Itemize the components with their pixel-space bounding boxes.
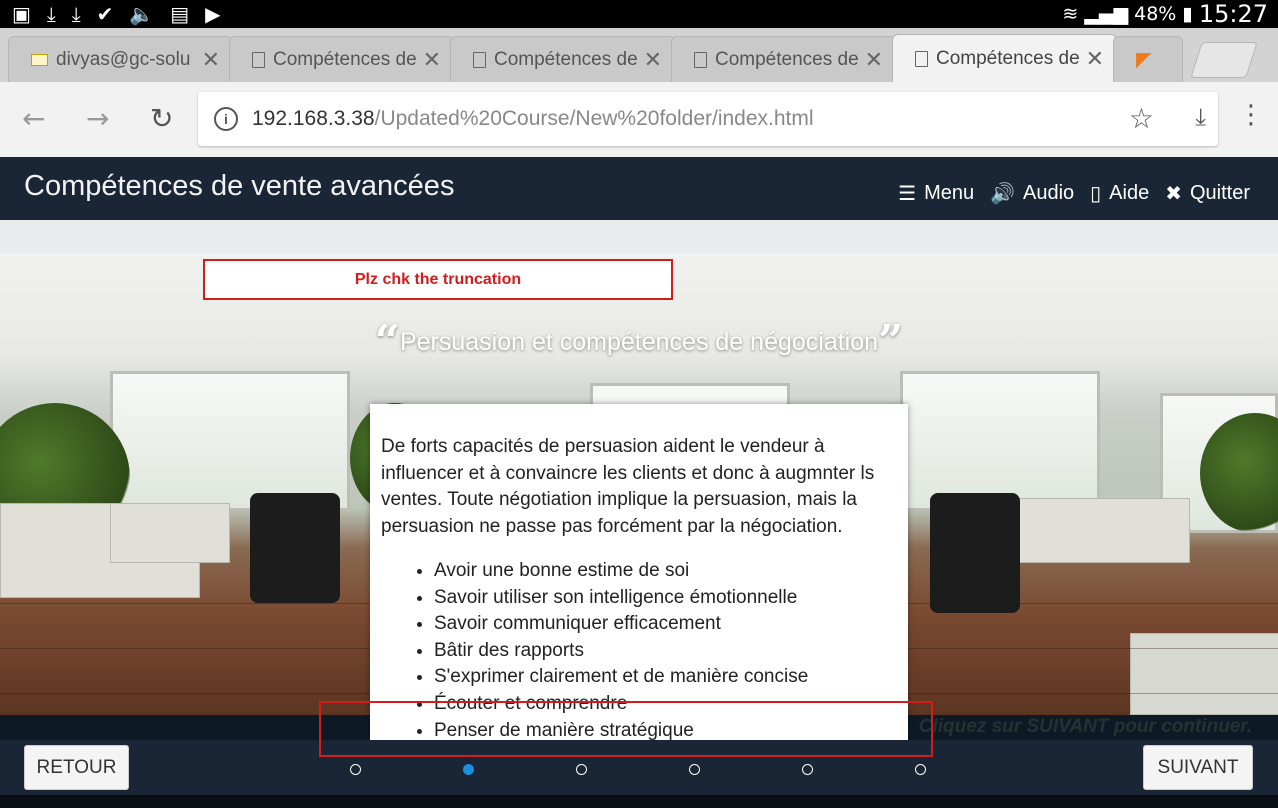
audio-label: Audio — [1023, 182, 1075, 204]
tab-mail[interactable]: divyas@gc-solu ✕ — [8, 36, 233, 82]
tab-other[interactable]: ◤ — [1113, 36, 1183, 82]
mail-icon — [31, 53, 48, 66]
tab-title: Compétences de — [715, 48, 859, 70]
quit-label: Quitter — [1189, 182, 1250, 204]
close-icon[interactable]: ✕ — [1086, 46, 1104, 72]
list-item: Avoir une bonne estime de soi — [434, 558, 896, 585]
office-chair — [250, 493, 340, 603]
audio-button[interactable]: 🔊 Audio — [990, 181, 1074, 206]
download-page-icon[interactable]: ⤓ — [1195, 104, 1206, 132]
window-pane — [900, 371, 1100, 511]
menu-button[interactable]: ☰ Menu — [898, 181, 974, 206]
status-bar: ▣ ⤓ ⤓ ✔ 🔈 ▤ ▶ ≋ ▂▄▆ 48% ▮ 15:27 — [0, 0, 1278, 28]
close-quote-icon: ” — [878, 316, 904, 367]
menu-label: Menu — [924, 182, 975, 204]
window-pane — [110, 371, 350, 511]
course-nav: ☰ Menu 🔊 Audio ▯ Aide ✖ Quitter — [898, 181, 1250, 206]
book-icon: ▯ — [1090, 183, 1102, 205]
url-host: 192.168.3.38 — [252, 107, 375, 130]
download-icon: ⤓ — [71, 2, 81, 26]
tab-course-1[interactable]: Compétences de ✕ — [229, 36, 454, 82]
close-icon[interactable]: ✕ — [865, 47, 883, 73]
page-dot[interactable] — [576, 764, 587, 775]
slide-heading: “Persuasion et compétences de négociatio… — [0, 320, 1278, 364]
list-item: Savoir utiliser son intelligence émotion… — [434, 585, 896, 612]
desk — [1130, 633, 1278, 715]
system-nav-area — [0, 795, 1278, 808]
new-tab-button[interactable] — [1190, 42, 1258, 78]
quit-button[interactable]: ✖ Quitter — [1165, 181, 1250, 206]
download-icon: ⤓ — [46, 2, 56, 26]
reload-icon[interactable]: ↻ — [150, 102, 173, 135]
clock: 15:27 — [1198, 0, 1268, 28]
intro-paragraph: De forts capacités de persuasion aident … — [381, 436, 875, 537]
tab-title: Compétences de — [494, 48, 638, 70]
signal-icon: ▂▄▆ — [1084, 3, 1129, 25]
notification-icons: ▣ ⤓ ⤓ ✔ 🔈 ▤ ▶ — [12, 2, 221, 26]
doc-icon — [694, 51, 707, 68]
slide-heading-text: Persuasion et compétences de négociation — [399, 328, 879, 356]
close-icon[interactable]: ✕ — [423, 47, 441, 73]
forward-arrow-icon[interactable]: → — [86, 102, 109, 135]
play-store-icon: ▶ — [205, 2, 221, 26]
list-item: S'exprimer clairement et de manière conc… — [434, 664, 896, 691]
wifi-icon: ≋ — [1062, 3, 1079, 25]
tab-title: divyas@gc-solu — [56, 48, 191, 70]
browser-logo-icon: ◤ — [1136, 49, 1152, 71]
overflow-menu-icon[interactable]: ⋮ — [1238, 102, 1264, 128]
truncation-highlight-box — [319, 701, 933, 757]
course-header: Compétences de vente avancées ☰ Menu 🔊 Aud… — [0, 157, 1278, 220]
course-title: Compétences de vente avancées — [24, 170, 455, 202]
doc-icon — [473, 51, 486, 68]
battery-icon: ▮ — [1182, 3, 1193, 25]
page-dot-current[interactable] — [463, 764, 474, 775]
gallery-icon: ▣ — [12, 2, 31, 26]
content-card[interactable]: De forts capacités de persuasion aident … — [370, 404, 908, 740]
close-icon: ✖ — [1165, 183, 1182, 205]
speaker-icon: 🔊 — [990, 183, 1015, 205]
page-dot[interactable] — [802, 764, 813, 775]
tab-strip: divyas@gc-solu ✕ Compétences de ✕ Compét… — [0, 28, 1278, 82]
volume-icon: 🔈 — [129, 2, 155, 26]
texture-strip — [0, 220, 1278, 253]
battery-percent: 48% — [1134, 3, 1177, 25]
page-dot[interactable] — [689, 764, 700, 775]
list-item: Savoir communiquer efficacement — [434, 611, 896, 638]
url-field[interactable]: i 192.168.3.38/Updated%20Course/New%20fo… — [198, 92, 1218, 146]
tab-title: Compétences de — [936, 47, 1080, 69]
page-dot[interactable] — [915, 764, 926, 775]
office-chair — [930, 493, 1020, 613]
close-icon[interactable]: ✕ — [202, 47, 220, 73]
back-arrow-icon[interactable]: ← — [22, 102, 45, 135]
url-path: /Updated%20Course/New%20folder/index.htm… — [374, 107, 814, 130]
back-button[interactable]: RETOUR — [24, 745, 129, 790]
list-icon: ☰ — [898, 183, 917, 205]
page-dot[interactable] — [350, 764, 361, 775]
bookmark-star-icon[interactable]: ☆ — [1129, 102, 1154, 135]
tab-course-2[interactable]: Compétences de ✕ — [450, 36, 675, 82]
review-note: Plz chk the truncation — [203, 259, 673, 300]
info-icon[interactable]: i — [214, 107, 238, 131]
next-button[interactable]: SUIVANT — [1143, 745, 1253, 790]
desk — [110, 503, 230, 563]
tab-title: Compétences de — [273, 48, 417, 70]
close-icon[interactable]: ✕ — [644, 47, 662, 73]
continue-prompt: Cliquez sur SUIVANT pour continuer. — [918, 716, 1252, 737]
tab-course-active[interactable]: Compétences de ✕ — [892, 34, 1117, 82]
done-icon: ✔ — [96, 2, 114, 26]
help-button[interactable]: ▯ Aide — [1090, 181, 1149, 206]
open-quote-icon: “ — [374, 316, 400, 367]
help-label: Aide — [1109, 182, 1150, 204]
doc-icon — [252, 51, 265, 68]
toolbar: ← → ↻ i 192.168.3.38/Updated%20Course/Ne… — [0, 82, 1278, 157]
list-item: Bâtir des rapports — [434, 638, 896, 665]
doc-icon — [915, 50, 928, 67]
tab-course-3[interactable]: Compétences de ✕ — [671, 36, 896, 82]
file-error-icon: ▤ — [170, 2, 190, 26]
